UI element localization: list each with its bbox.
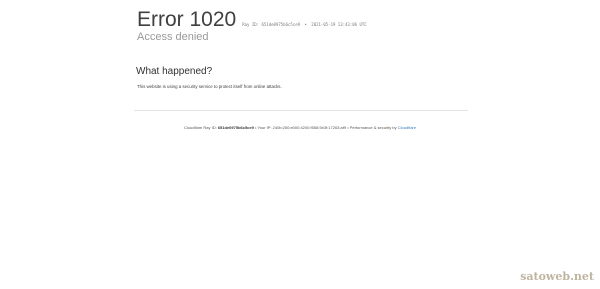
footer-ip-label: Your IP:	[257, 125, 272, 130]
what-happened-heading: What happened?	[136, 66, 213, 77]
footer-ray-id: 651de0975b6c5ce9	[217, 125, 254, 130]
error-subtitle: Access denied	[137, 31, 209, 43]
timestamp: 2021-05-19 13:43:06 UTC	[311, 22, 367, 27]
footer: Cloudflare Ray ID: 651de0975b6c5ce9 • Yo…	[0, 125, 600, 130]
bullet-separator: •	[304, 22, 307, 27]
footer-ip: 240b:250:e000:4200:f558:5b3f:17263:af9	[272, 125, 347, 130]
footer-perf-label: Performance & security by	[349, 125, 397, 130]
divider	[134, 110, 468, 111]
ray-id: 651de0975b6c5ce9	[261, 22, 301, 27]
footer-separator: •	[347, 125, 349, 130]
error-title: Error 1020	[137, 8, 237, 31]
error-header: Error 1020 Ray ID: 651de0975b6c5ce9 • 20…	[137, 8, 367, 32]
watermark: satoweb.net	[520, 270, 594, 283]
ray-id-label: Ray ID:	[242, 22, 260, 27]
what-happened-text: This website is using a security service…	[137, 84, 282, 89]
error-page: Error 1020 Ray ID: 651de0975b6c5ce9 • 20…	[0, 0, 600, 289]
ray-meta: Ray ID: 651de0975b6c5ce9 • 2021-05-19 13…	[242, 22, 366, 27]
cloudflare-link[interactable]: Cloudflare	[398, 125, 416, 130]
footer-ray-label: Cloudflare Ray ID:	[184, 125, 217, 130]
